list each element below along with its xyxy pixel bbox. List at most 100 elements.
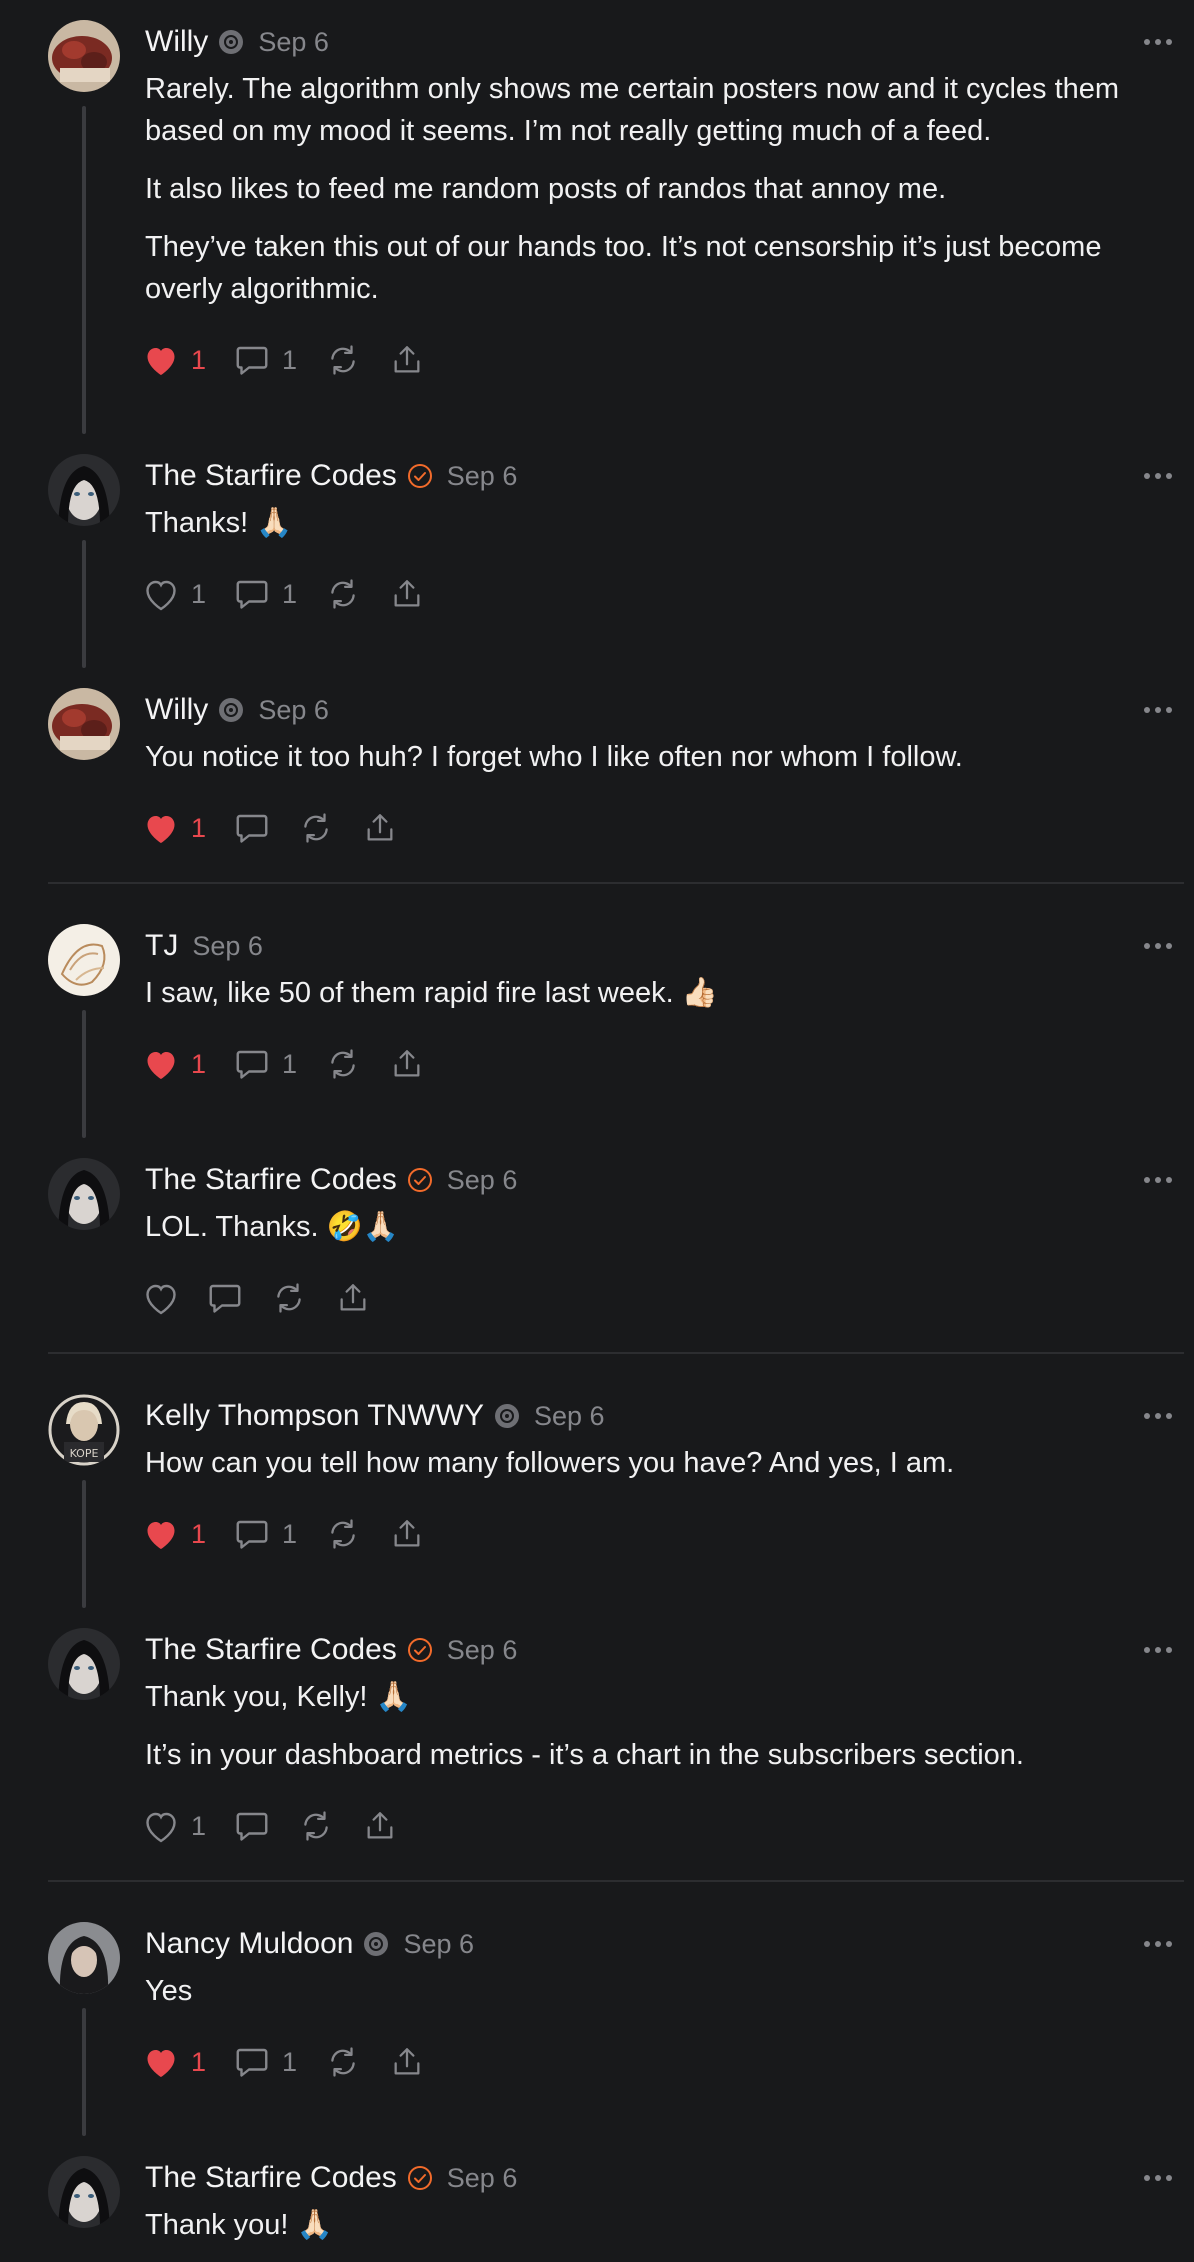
like-button[interactable]: 1 <box>143 1517 206 1551</box>
comment-button[interactable] <box>234 1809 270 1843</box>
thread-line <box>82 540 86 668</box>
share-button[interactable] <box>362 1809 398 1843</box>
author-name[interactable]: The Starfire Codes <box>145 459 397 493</box>
more-options-icon[interactable] <box>1138 934 1178 958</box>
share-button[interactable] <box>389 2045 425 2079</box>
repost-button[interactable] <box>325 1047 361 1081</box>
repost-button[interactable] <box>325 343 361 377</box>
share-icon <box>367 1812 393 1839</box>
post-text: It’s in your dashboard metrics - it’s a … <box>145 1739 1024 1771</box>
action-bar: 1 1 <box>143 1042 453 1086</box>
post-body: Thank you, Kelly! 🙏🏻 It’s in your dashbo… <box>145 1676 1184 1792</box>
like-button[interactable]: 1 <box>143 577 206 611</box>
author-name[interactable]: Kelly Thompson TNWWY <box>145 1399 484 1433</box>
author-name[interactable]: The Starfire Codes <box>145 1163 397 1197</box>
like-button[interactable]: 1 <box>143 1047 206 1081</box>
like-button[interactable]: 1 <box>143 343 206 377</box>
like-button[interactable] <box>143 1281 179 1315</box>
more-options-icon[interactable] <box>1138 2166 1178 2190</box>
comment-button[interactable]: 1 <box>234 343 297 377</box>
repost-button[interactable] <box>325 1517 361 1551</box>
repost-icon <box>277 1283 301 1313</box>
avatar[interactable] <box>48 688 120 760</box>
comment-icon <box>236 2048 268 2077</box>
avatar[interactable]: KOPE <box>48 1394 120 1466</box>
comment-icon <box>236 1050 268 1079</box>
more-options-icon[interactable] <box>1138 464 1178 488</box>
thread-divider <box>48 1880 1184 1882</box>
more-options-icon[interactable] <box>1138 1932 1178 1956</box>
more-options-icon[interactable] <box>1138 1168 1178 1192</box>
share-button[interactable] <box>389 577 425 611</box>
comment-button[interactable]: 1 <box>234 1517 297 1551</box>
author-name[interactable]: The Starfire Codes <box>145 1633 397 1667</box>
more-options-icon[interactable] <box>1138 1638 1178 1662</box>
post-date: Sep 6 <box>258 26 329 57</box>
avatar[interactable] <box>48 1922 120 1994</box>
avatar[interactable] <box>48 1628 120 1700</box>
more-options-icon[interactable] <box>1138 1404 1178 1428</box>
comment-icon <box>209 1284 241 1313</box>
comment-button[interactable] <box>207 1281 243 1315</box>
like-button[interactable]: 1 <box>143 1809 206 1843</box>
more-options-icon[interactable] <box>1138 698 1178 722</box>
share-icon <box>367 814 393 841</box>
heart-icon <box>147 1052 175 1079</box>
comment-button[interactable]: 1 <box>234 2045 297 2079</box>
verified-badge-icon <box>407 1637 433 1663</box>
heart-icon <box>146 580 176 611</box>
heart-icon <box>147 816 175 843</box>
comment-count: 1 <box>282 578 298 609</box>
thread-line <box>82 1480 86 1608</box>
comment-button[interactable]: 1 <box>234 1047 297 1081</box>
share-button[interactable] <box>389 343 425 377</box>
like-count: 1 <box>191 1518 207 1549</box>
post-text: Rarely. The algorithm only shows me cert… <box>145 73 1120 147</box>
heart-icon <box>147 1522 175 1549</box>
author-name[interactable]: Nancy Muldoon <box>145 1927 353 1961</box>
community-badge-icon <box>494 1403 520 1429</box>
verified-badge-icon <box>407 1167 433 1193</box>
author-name[interactable]: TJ <box>145 929 178 963</box>
author-name[interactable]: Willy <box>145 25 208 59</box>
repost-button[interactable] <box>325 577 361 611</box>
like-count: 1 <box>191 344 207 375</box>
repost-button[interactable] <box>325 2045 361 2079</box>
author-name[interactable]: Willy <box>145 693 208 727</box>
share-button[interactable] <box>389 1047 425 1081</box>
share-button[interactable] <box>362 811 398 845</box>
post-date: Sep 6 <box>446 460 518 491</box>
post-header: The Starfire Codes Sep 6 <box>145 456 517 496</box>
post-body: Rarely. The algorithm only shows me cert… <box>145 68 1184 326</box>
svg-text:KOPE: KOPE <box>70 1447 99 1460</box>
like-count: 1 <box>191 1048 207 1079</box>
comment-button[interactable]: 1 <box>234 577 297 611</box>
comment-icon <box>236 346 268 375</box>
post-text: I saw, like 50 of them rapid fire last w… <box>145 977 718 1009</box>
share-button[interactable] <box>335 1281 371 1315</box>
avatar[interactable] <box>48 2156 120 2228</box>
share-icon <box>394 580 420 607</box>
comment-count: 1 <box>282 344 298 375</box>
avatar[interactable] <box>48 454 120 526</box>
repost-button[interactable] <box>298 1809 334 1843</box>
author-name[interactable]: The Starfire Codes <box>145 2161 397 2195</box>
share-button[interactable] <box>389 1517 425 1551</box>
comment-button[interactable] <box>234 811 270 845</box>
share-icon <box>394 1050 420 1077</box>
verified-badge-icon <box>407 2165 433 2191</box>
avatar[interactable] <box>48 20 120 92</box>
like-button[interactable]: 1 <box>143 811 206 845</box>
post-date: Sep 6 <box>446 1634 518 1665</box>
repost-icon <box>331 579 355 609</box>
repost-button[interactable] <box>298 811 334 845</box>
like-button[interactable]: 1 <box>143 2045 206 2079</box>
avatar[interactable] <box>48 924 120 996</box>
post-date: Sep 6 <box>533 1400 605 1431</box>
action-bar: 1 <box>143 1804 426 1848</box>
avatar[interactable] <box>48 1158 120 1230</box>
repost-button[interactable] <box>271 1281 307 1315</box>
more-options-icon[interactable] <box>1138 30 1178 54</box>
community-badge-icon <box>218 697 244 723</box>
like-count: 1 <box>191 578 207 609</box>
